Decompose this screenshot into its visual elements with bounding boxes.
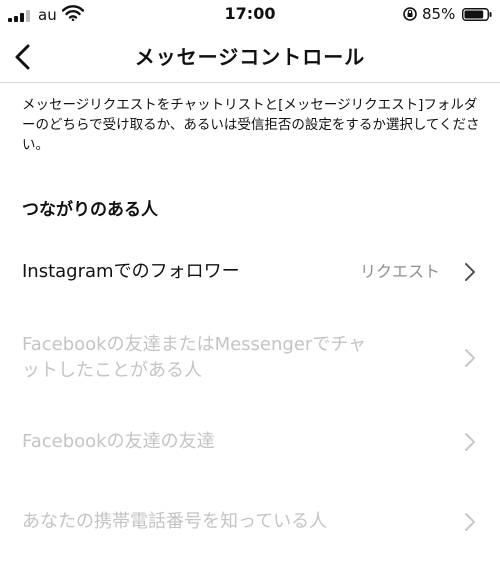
header-divider bbox=[0, 82, 500, 83]
chevron-right-icon bbox=[465, 433, 475, 451]
navigation-bar: メッセージコントロール bbox=[0, 32, 500, 82]
setting-row-facebook-friends-messenger[interactable]: Facebookの友達またはMessengerでチャ ットしたことがある人 bbox=[0, 328, 500, 388]
setting-row-friends-of-friends[interactable]: Facebookの友達の友達 bbox=[0, 420, 500, 464]
row-label-line-1: Facebookの友達またはMessengerでチャ bbox=[22, 334, 367, 355]
battery-icon bbox=[462, 8, 492, 21]
rotation-lock-icon bbox=[403, 7, 417, 21]
chevron-right-icon bbox=[465, 349, 475, 367]
description-text: メッセージリクエストをチャットリストと[メッセージリクエスト]フォルダーのどちら… bbox=[22, 97, 480, 153]
setting-row-instagram-followers[interactable]: Instagramでのフォロワー リクエスト bbox=[0, 250, 500, 294]
chevron-right-icon bbox=[465, 263, 475, 281]
section-header: つながりのある人 bbox=[22, 200, 158, 220]
row-label-line-2: ットしたことがある人 bbox=[22, 360, 202, 381]
battery-percentage: 85% bbox=[422, 5, 456, 23]
status-bar: au 17:00 85% bbox=[0, 0, 500, 32]
row-value: リクエスト bbox=[359, 262, 440, 281]
page-title: メッセージコントロール bbox=[134, 45, 366, 69]
chevron-right-icon bbox=[465, 513, 475, 531]
setting-row-phone-contacts[interactable]: あなたの携帯電話番号を知っている人 bbox=[0, 500, 500, 544]
row-label: あなたの携帯電話番号を知っている人 bbox=[22, 511, 328, 532]
row-label: Facebookの友達の友達 bbox=[22, 431, 215, 452]
